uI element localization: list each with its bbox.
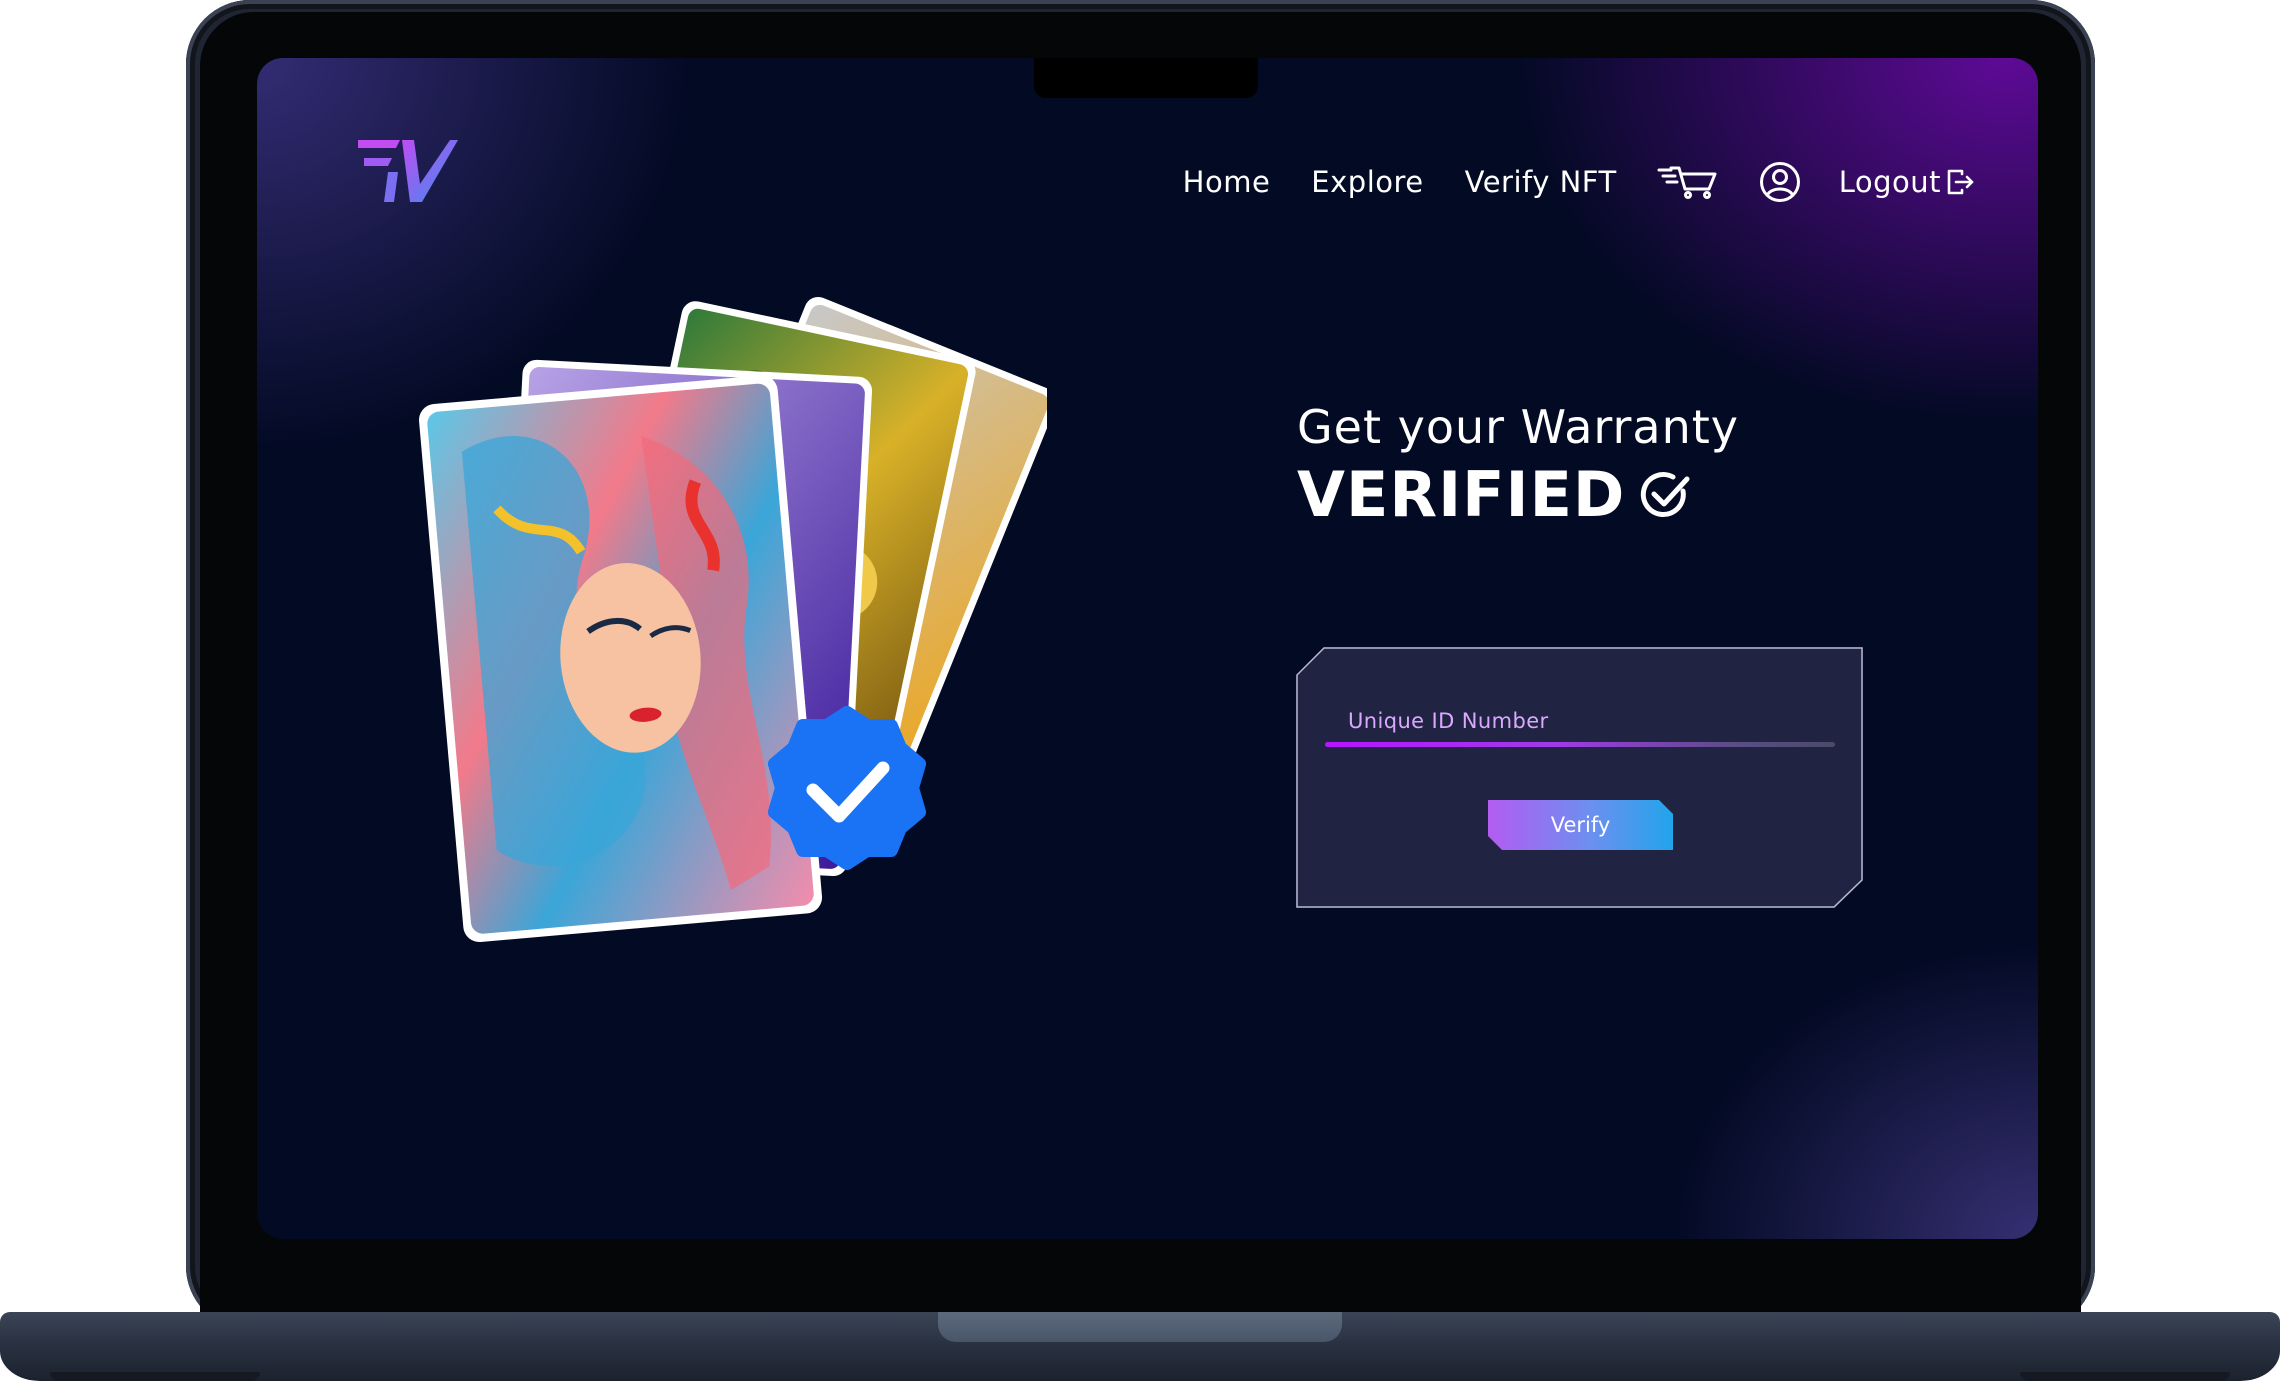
check-circle-icon	[1641, 471, 1690, 517]
laptop-foot	[2020, 1372, 2230, 1381]
laptop-opening-notch	[938, 1312, 1342, 1342]
verify-form-card	[1296, 647, 1863, 908]
nav-explore[interactable]: Explore	[1311, 165, 1423, 199]
user-circle-icon[interactable]	[1759, 161, 1801, 203]
cart-icon[interactable]	[1657, 165, 1719, 199]
unique-id-input-underline	[1325, 742, 1835, 747]
logout-button[interactable]: Logout	[1839, 165, 1975, 199]
top-navigation: Home Explore Verify NFT Logout	[1183, 158, 1975, 206]
verified-badge-icon	[768, 706, 926, 870]
camera-notch	[1034, 58, 1258, 98]
headline-verified-text: VERIFIED	[1297, 458, 1626, 531]
headline-line-2: VERIFIED	[1297, 458, 1693, 531]
verify-button[interactable]: Verify	[1488, 800, 1673, 850]
logout-label: Logout	[1838, 165, 1941, 199]
verify-button-label: Verify	[1550, 813, 1611, 837]
nft-card-stack	[419, 296, 1047, 943]
nav-home[interactable]: Home	[1183, 165, 1271, 199]
nav-verify-nft[interactable]: Verify NFT	[1465, 165, 1617, 199]
brand-logo-icon[interactable]	[358, 140, 458, 202]
headline-line-1: Get your Warranty	[1297, 400, 1740, 454]
laptop-foot	[50, 1372, 260, 1381]
logout-icon	[1947, 169, 1974, 195]
